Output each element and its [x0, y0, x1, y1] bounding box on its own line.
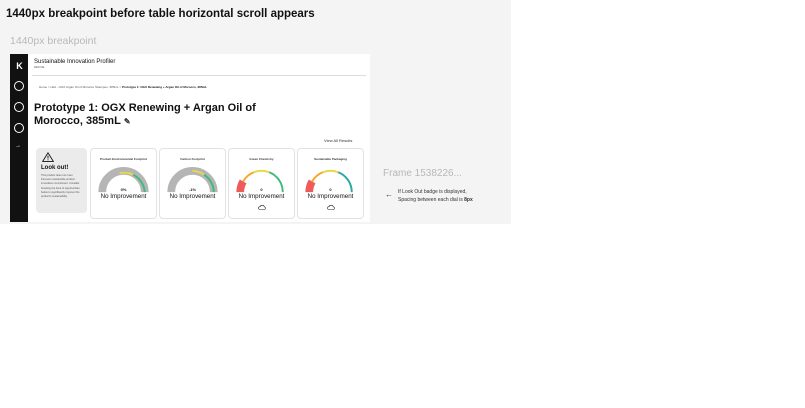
cloud-icon[interactable]	[258, 204, 266, 210]
page-title: Prototype 1: OGX Renewing + Argan Oil of…	[34, 102, 294, 128]
kenvue-logo-icon[interactable]: K	[15, 62, 24, 71]
dial-title: Sustainable Packaging	[314, 157, 347, 161]
view-all-results-link[interactable]: View All Results	[324, 138, 352, 143]
pencil-icon[interactable]: ✎	[124, 117, 131, 126]
lookout-body: This product does not meet Kenvue's sust…	[41, 174, 80, 199]
warning-icon	[42, 152, 54, 162]
frame-label: Frame 1538226...	[383, 168, 462, 179]
arrow-right-icon[interactable]: →	[15, 143, 21, 149]
dial-title: Green Chemistry	[249, 157, 274, 161]
app-subtitle: KENVUE	[34, 66, 45, 69]
dial-status: No Improvement	[307, 193, 354, 200]
dial-title: Carbon Footprint	[180, 157, 205, 161]
design-canvas: 1440px breakpoint before table horizonta…	[0, 0, 511, 224]
dial-card-product-environmental-footprint[interactable]: Product Environmental Footprint 0% No Im…	[90, 148, 157, 219]
sidebar-rail: K →	[10, 54, 28, 222]
breadcrumb-lea[interactable]: LEA - OGX Argan Oil of Morocco Shampoo, …	[50, 85, 118, 89]
arrow-left-icon: ←	[385, 190, 393, 199]
breadcrumb: Home > LEA - OGX Argan Oil of Morocco Sh…	[39, 85, 207, 89]
breadcrumb-current: Prototype 1: OGX Renewing + Argan Oil of…	[122, 85, 208, 89]
dial-value: 0	[260, 187, 263, 192]
cloud-icon[interactable]	[327, 204, 335, 210]
annotation-line2-prefix: Spacing between each dial is	[398, 196, 465, 203]
lookout-title: Look out!	[41, 165, 69, 171]
dial-value: 0	[329, 187, 332, 192]
header-divider	[32, 75, 366, 76]
annotation-line2: Spacing between each dial is 8px	[398, 197, 473, 205]
page-heading: 1440px breakpoint before table horizonta…	[6, 8, 315, 20]
dial-value: 0%	[120, 187, 127, 192]
dial-status: No Improvement	[169, 193, 216, 200]
dial-card-carbon-footprint[interactable]: Carbon Footprint -1% No Improvement	[159, 148, 226, 219]
dial-title: Product Environmental Footprint	[100, 157, 147, 161]
dial-status: No Improvement	[100, 193, 147, 200]
breadcrumb-separator: >	[119, 85, 122, 89]
box-icon[interactable]	[14, 123, 24, 133]
dial-card-green-chemistry[interactable]: Green Chemistry 0 No Improvement	[228, 148, 295, 219]
prototype-title-text: Prototype 1: OGX Renewing + Argan Oil of…	[34, 102, 256, 127]
app-frame: K → Sustainable Innovation Profiler KENV…	[10, 54, 370, 222]
dial-status: No Improvement	[238, 193, 285, 200]
breadcrumb-home[interactable]: Home	[39, 85, 47, 89]
breakpoint-label: 1440px breakpoint	[10, 35, 97, 47]
annotation-line1: If Look Out badge is displayed,	[398, 189, 467, 195]
flask-icon[interactable]	[14, 102, 24, 112]
leaf-icon[interactable]	[14, 81, 24, 91]
annotation-note: If Look Out badge is displayed, Spacing …	[398, 189, 473, 204]
annotation-spacing-value: 8px	[464, 196, 473, 203]
app-title: Sustainable Innovation Profiler	[34, 59, 116, 65]
dial-value: -1%	[188, 187, 197, 192]
lookout-badge: Look out! This product does not meet Ken…	[36, 148, 87, 213]
dial-card-sustainable-packaging[interactable]: Sustainable Packaging 0 No Improvement	[297, 148, 364, 219]
